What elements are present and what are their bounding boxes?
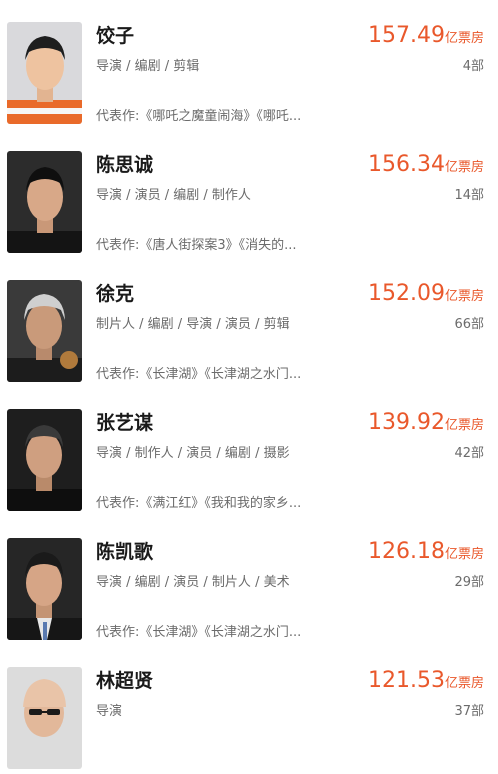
box-office: 157.49亿票房 [368,22,484,53]
director-name: 饺子 [96,25,135,47]
box-office-value: 139.92 [368,410,445,435]
representative-works: 代表作:《唐人街探案3》《消失的... [96,238,297,253]
list-item[interactable]: 陈凯歌 导演 / 编剧 / 演员 / 制片人 / 美术 代表作:《长津湖》《长津… [0,516,498,645]
film-count: 14部 [454,188,484,203]
box-office-value: 156.34 [368,152,445,177]
box-office-unit: 亿票房 [444,289,484,304]
film-count: 37部 [454,704,484,719]
box-office: 152.09亿票房 [368,280,484,311]
avatar [7,538,82,640]
box-office-unit: 亿票房 [444,547,484,562]
box-office: 121.53亿票房 [368,667,484,698]
list-item[interactable]: 张艺谋 导演 / 制作人 / 演员 / 编剧 / 摄影 代表作:《满江红》《我和… [0,387,498,516]
box-office: 126.18亿票房 [368,538,484,569]
film-count: 66部 [454,317,484,332]
box-office-unit: 亿票房 [444,160,484,175]
avatar [7,151,82,253]
list-item[interactable]: 林超贤 导演 121.53亿票房 37部 [0,645,498,774]
representative-works: 代表作:《哪吒之魔童闹海》《哪吒... [96,109,302,124]
representative-works: 代表作:《长津湖》《长津湖之水门... [96,367,302,382]
director-name: 张艺谋 [96,412,154,434]
box-office-value: 121.53 [368,668,445,693]
list-item[interactable]: 饺子 导演 / 编剧 / 剪辑 代表作:《哪吒之魔童闹海》《哪吒... 157.… [0,0,498,129]
box-office-unit: 亿票房 [444,676,484,691]
film-count: 4部 [462,59,484,74]
director-roles: 导演 / 制作人 / 演员 / 编剧 / 摄影 [96,446,290,461]
avatar [7,22,82,124]
director-roles: 导演 [96,704,123,719]
director-name: 徐克 [96,283,135,305]
avatar [7,667,82,769]
representative-works: 代表作:《长津湖》《长津湖之水门... [96,625,302,640]
box-office: 156.34亿票房 [368,151,484,182]
representative-works: 代表作:《满江红》《我和我的家乡... [96,496,302,511]
director-roles: 导演 / 演员 / 编剧 / 制作人 [96,188,251,203]
film-count: 29部 [454,575,484,590]
film-count: 42部 [454,446,484,461]
director-roles: 导演 / 编剧 / 剪辑 [96,59,200,74]
box-office-value: 152.09 [368,281,445,306]
director-name: 陈思诚 [96,154,154,176]
director-name: 林超贤 [96,670,154,692]
avatar [7,280,82,382]
box-office: 139.92亿票房 [368,409,484,440]
director-name: 陈凯歌 [96,541,154,563]
box-office-value: 126.18 [368,539,445,564]
director-roles: 制片人 / 编剧 / 导演 / 演员 / 剪辑 [96,317,290,332]
list-item[interactable]: 陈思诚 导演 / 演员 / 编剧 / 制作人 代表作:《唐人街探案3》《消失的.… [0,129,498,258]
box-office-unit: 亿票房 [444,418,484,433]
avatar [7,409,82,511]
director-roles: 导演 / 编剧 / 演员 / 制片人 / 美术 [96,575,290,590]
box-office-value: 157.49 [368,23,445,48]
list-item[interactable]: 徐克 制片人 / 编剧 / 导演 / 演员 / 剪辑 代表作:《长津湖》《长津湖… [0,258,498,387]
box-office-unit: 亿票房 [444,31,484,46]
